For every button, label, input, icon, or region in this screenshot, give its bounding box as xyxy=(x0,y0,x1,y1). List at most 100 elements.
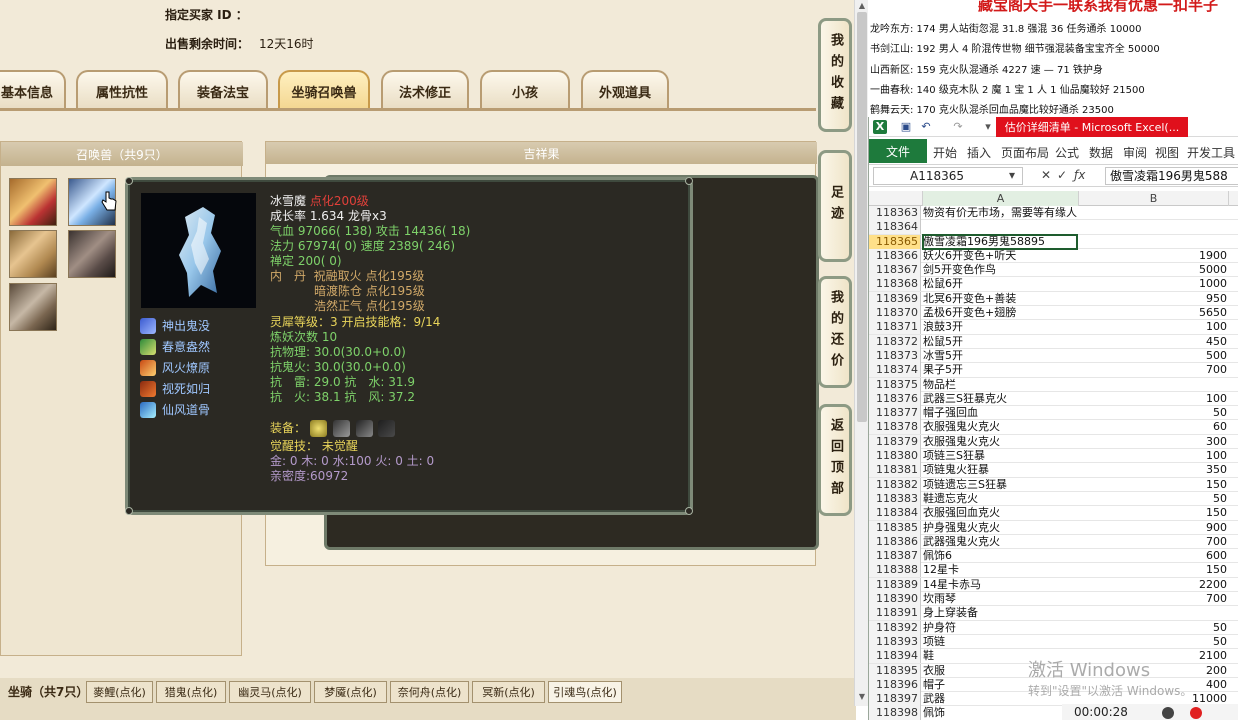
cell-b[interactable]: 60 xyxy=(1079,420,1229,434)
cell-a[interactable]: 鞋遗忘克火 xyxy=(923,492,1079,506)
active-cell[interactable]: 傲雪凌霜196男鬼58895 xyxy=(922,233,1078,250)
formula-input[interactable]: 傲雪凌霜196男鬼588 xyxy=(1105,167,1238,185)
cell-b[interactable]: 100 xyxy=(1079,320,1229,334)
cell-b[interactable]: 50 xyxy=(1079,492,1229,506)
equip-slot-icon[interactable] xyxy=(309,420,327,437)
cell-b[interactable]: 100 xyxy=(1079,449,1229,463)
row-number[interactable]: 118379 xyxy=(869,434,921,449)
redo-icon[interactable]: ↷ xyxy=(951,120,965,134)
row-number[interactable]: 118372 xyxy=(869,334,921,349)
select-all-corner[interactable] xyxy=(869,191,923,206)
row-number[interactable]: 118377 xyxy=(869,406,921,421)
cell-a[interactable]: 剑5开变色作鸟 xyxy=(923,263,1079,277)
row-number[interactable]: 118387 xyxy=(869,549,921,564)
cell-a[interactable]: 孟极6开变色+翅膀 xyxy=(923,306,1079,320)
pet-thumb-3[interactable] xyxy=(9,230,57,278)
mount-tab[interactable]: 奈何舟(点化) xyxy=(390,681,469,703)
row-number[interactable]: 118393 xyxy=(869,634,921,649)
row-number[interactable]: 118363 xyxy=(869,206,921,220)
cell-b[interactable]: 5000 xyxy=(1079,263,1229,277)
cell-a[interactable]: 护身符 xyxy=(923,621,1079,635)
cell-b[interactable]: 150 xyxy=(1079,563,1229,577)
skill-item[interactable]: 视死如归 xyxy=(140,378,210,399)
cell-a[interactable]: 项链鬼火狂暴 xyxy=(923,463,1079,477)
equip-slot-icon[interactable] xyxy=(332,420,350,437)
cell-b[interactable]: 700 xyxy=(1079,363,1229,377)
file-tab[interactable]: 文件 xyxy=(869,139,927,163)
name-box[interactable]: A118365 xyxy=(873,167,1023,185)
row-number[interactable]: 118367 xyxy=(869,263,921,278)
cell-b[interactable]: 500 xyxy=(1079,349,1229,363)
cell-b[interactable]: 300 xyxy=(1079,435,1229,449)
tab-4[interactable]: 坐骑召唤兽 xyxy=(278,70,370,110)
mount-tab[interactable]: 幽灵马(点化) xyxy=(229,681,311,703)
cell-a[interactable]: 佩饰6 xyxy=(923,549,1079,563)
cell-a[interactable]: 妖火6开变色+听天 xyxy=(923,249,1079,263)
undo-icon[interactable]: ↶ xyxy=(919,120,933,134)
row-number[interactable]: 118369 xyxy=(869,291,921,306)
row-number[interactable]: 118371 xyxy=(869,320,921,335)
cell-b[interactable]: 50 xyxy=(1079,406,1229,420)
cell-a[interactable]: 12星卡 xyxy=(923,563,1079,577)
scroll-up-icon[interactable]: ▲ xyxy=(857,1,867,10)
skill-item[interactable]: 仙风道骨 xyxy=(140,399,210,420)
cell-a[interactable]: 衣服强鬼火克火 xyxy=(923,420,1079,434)
equip-slot-icon[interactable] xyxy=(378,420,396,437)
cell-a[interactable]: 护身强鬼火克火 xyxy=(923,521,1079,535)
tab-3[interactable]: 装备法宝 xyxy=(178,70,268,110)
ribbon-tab[interactable]: 开始 xyxy=(933,144,957,161)
ribbon-tab[interactable]: 视图 xyxy=(1155,144,1179,161)
cell-b[interactable]: 50 xyxy=(1079,635,1229,649)
pet-thumb-4[interactable] xyxy=(68,230,116,278)
cell-b[interactable]: 450 xyxy=(1079,335,1229,349)
skill-item[interactable]: 神出鬼没 xyxy=(140,315,210,336)
page-scrollbar[interactable]: ▲ ▼ xyxy=(854,0,868,706)
cell-a[interactable]: 北冥6开变色+善装 xyxy=(923,292,1079,306)
row-number[interactable]: 118388 xyxy=(869,563,921,578)
row-number[interactable]: 118392 xyxy=(869,620,921,635)
cell-a[interactable]: 项链三S狂暴 xyxy=(923,449,1079,463)
row-number[interactable]: 118391 xyxy=(869,606,921,621)
row-number[interactable]: 118378 xyxy=(869,420,921,435)
quick-access-dropdown-icon[interactable]: ▾ xyxy=(981,120,995,134)
row-number[interactable]: 118381 xyxy=(869,463,921,478)
column-header-b[interactable]: B xyxy=(1079,191,1229,206)
my-favorites-button[interactable]: 我的收藏 xyxy=(818,18,852,132)
cell-b[interactable]: 900 xyxy=(1079,521,1229,535)
cell-a[interactable]: 浪鼓3开 xyxy=(923,320,1079,334)
row-number[interactable]: 118386 xyxy=(869,534,921,549)
skill-item[interactable]: 春意盎然 xyxy=(140,336,210,357)
tab-6[interactable]: 小孩 xyxy=(480,70,570,110)
ribbon-tab[interactable]: 数据 xyxy=(1089,144,1113,161)
ribbon-tab[interactable]: 页面布局 xyxy=(1001,144,1049,161)
cell-b[interactable]: 950 xyxy=(1079,292,1229,306)
row-number[interactable]: 118376 xyxy=(869,391,921,406)
row-number[interactable]: 118397 xyxy=(869,692,921,707)
row-number[interactable]: 118394 xyxy=(869,649,921,664)
cell-b[interactable]: 1900 xyxy=(1079,249,1229,263)
row-number[interactable]: 118375 xyxy=(869,377,921,392)
cell-b[interactable]: 150 xyxy=(1079,478,1229,492)
cell-b[interactable]: 350 xyxy=(1079,463,1229,477)
equip-slot-icon[interactable] xyxy=(355,420,373,437)
row-number[interactable]: 118364 xyxy=(869,220,921,235)
cell-a[interactable]: 冰雪5开 xyxy=(923,349,1079,363)
cell-b[interactable]: 600 xyxy=(1079,549,1229,563)
column-header-a[interactable]: A xyxy=(923,191,1079,206)
cell-a[interactable]: 佩饰 xyxy=(923,706,1079,720)
scrollbar-thumb[interactable] xyxy=(857,12,867,422)
row-number[interactable]: 118374 xyxy=(869,363,921,378)
mount-tab[interactable]: 猎鬼(点化) xyxy=(156,681,226,703)
name-box-dropdown-icon[interactable]: ▾ xyxy=(1009,168,1015,182)
row-number[interactable]: 118368 xyxy=(869,277,921,292)
mount-tab[interactable]: 梦魇(点化) xyxy=(314,681,387,703)
row-number[interactable]: 118385 xyxy=(869,520,921,535)
cell-b[interactable]: 5650 xyxy=(1079,306,1229,320)
pet-thumb-5[interactable] xyxy=(9,283,57,331)
ribbon-tab[interactable]: 开发工具 xyxy=(1187,144,1235,161)
cell-b[interactable]: 2200 xyxy=(1079,578,1229,592)
cell-a[interactable]: 果子5开 xyxy=(923,363,1079,377)
cancel-entry-icon[interactable]: ✕ xyxy=(1041,168,1051,182)
mount-tab[interactable]: 麥鯉(点化) xyxy=(86,681,153,703)
cell-b[interactable]: 1000 xyxy=(1079,277,1229,291)
